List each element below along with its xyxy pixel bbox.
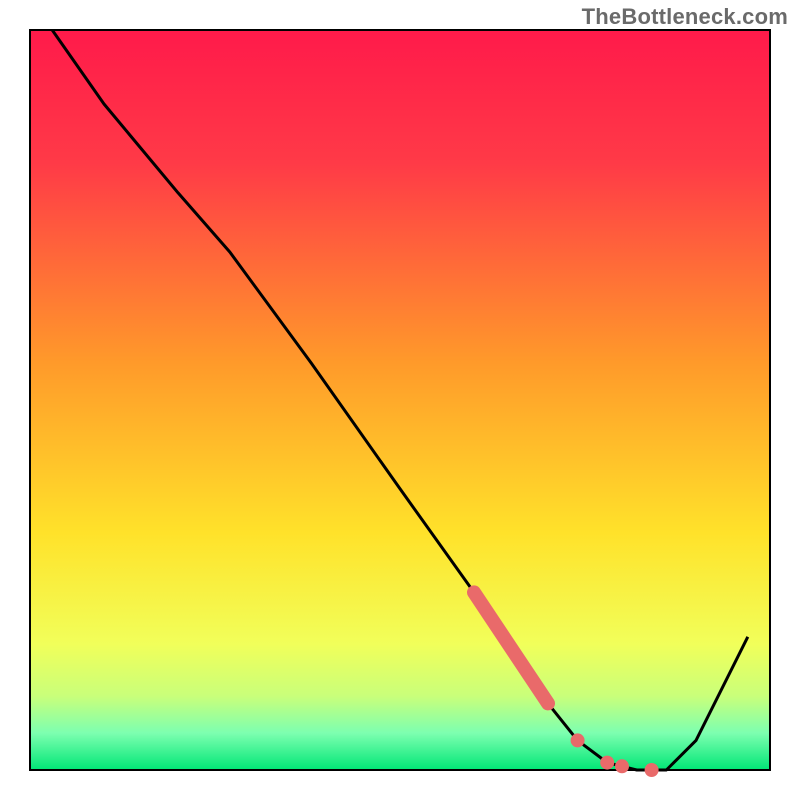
plot-area bbox=[30, 30, 770, 777]
highlight-dot bbox=[615, 759, 629, 773]
gradient-background bbox=[30, 30, 770, 770]
bottleneck-chart bbox=[0, 0, 800, 800]
highlight-dot bbox=[571, 733, 585, 747]
highlight-dot bbox=[645, 763, 659, 777]
chart-stage: TheBottleneck.com bbox=[0, 0, 800, 800]
highlight-dot bbox=[600, 756, 614, 770]
